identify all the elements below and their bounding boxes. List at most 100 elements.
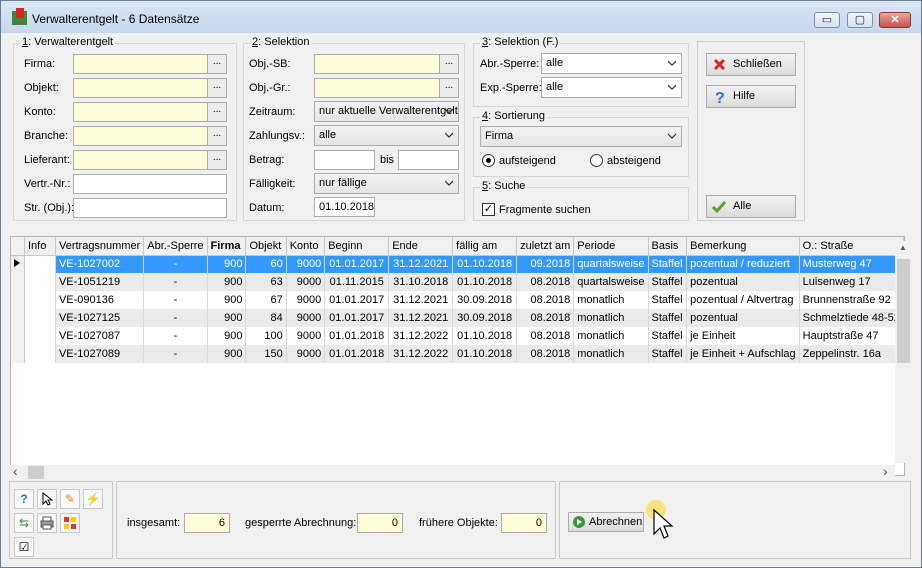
scroll-left-icon[interactable]: ‹: [13, 463, 18, 479]
col-header[interactable]: Ende: [388, 237, 454, 256]
abr-sperre-select[interactable]: alle: [541, 53, 682, 74]
row-header[interactable]: [11, 291, 25, 309]
table-cell: VE-1027125: [55, 309, 145, 327]
table-cell: 01.10.2018: [452, 273, 518, 291]
col-header[interactable]: Vertragsnummer: [55, 237, 145, 256]
table-row[interactable]: VE-090136-900 67 9000 01.01.2017 31.12.2021 3…: [11, 291, 904, 309]
vertical-scroll-thumb[interactable]: [897, 259, 910, 363]
konto-label: Konto:: [24, 106, 56, 118]
fragmente-checkbox[interactable]: ✓: [482, 203, 495, 216]
group-title: 2: Selektion: [250, 36, 312, 48]
minimize-button[interactable]: ▭: [814, 12, 840, 28]
row-header[interactable]: [11, 273, 25, 291]
help-icon[interactable]: ?: [14, 489, 34, 509]
sort-asc-radio[interactable]: [482, 154, 495, 167]
branche-browse-button[interactable]: ...: [207, 127, 226, 145]
abrechnen-button[interactable]: Abrechnen: [568, 512, 644, 532]
table-row[interactable]: VE-1051219-900 63 9000 01.11.2015 31.10.2018…: [11, 273, 904, 291]
contracts-table[interactable]: Info Vertragsnummer Abr.-Sperre Firma Ob…: [10, 236, 905, 476]
scroll-right-icon[interactable]: ›: [883, 463, 888, 479]
pencil-icon[interactable]: ✎: [60, 489, 80, 509]
firma-field[interactable]: ...: [73, 54, 227, 74]
datum-field[interactable]: 01.10.2018: [314, 197, 375, 217]
lightning-icon[interactable]: ⚡: [83, 489, 103, 509]
str-obj-field[interactable]: [73, 198, 227, 218]
obj-gr-label: Obj.-Gr.:: [249, 82, 291, 94]
objekt-browse-button[interactable]: ...: [207, 79, 226, 97]
betrag-label: Betrag:: [249, 154, 285, 166]
row-header[interactable]: [11, 309, 25, 327]
close-button[interactable]: ✕: [879, 12, 911, 28]
table-cell: 08.2018: [516, 273, 575, 291]
firma-browse-button[interactable]: ...: [207, 55, 226, 73]
row-header[interactable]: [11, 327, 25, 345]
hilfe-button[interactable]: ? Hilfe: [706, 85, 796, 108]
col-header[interactable]: Periode: [573, 237, 649, 256]
exp-sperre-label: Exp.-Sperre:: [480, 82, 542, 94]
sort-desc-radio[interactable]: [590, 154, 603, 167]
col-header[interactable]: Abr.-Sperre: [143, 237, 208, 256]
lieferant-browse-button[interactable]: ...: [207, 151, 226, 169]
table-row[interactable]: VE-1027089-900 150 9000 01.01.2018 31.12.202…: [11, 345, 904, 363]
obj-gr-field[interactable]: ...: [314, 78, 459, 98]
group-suche: 5: Suche ✓ Fragmente suchen: [473, 180, 689, 221]
col-header[interactable]: Beginn: [324, 237, 390, 256]
lieferant-field[interactable]: ...: [73, 150, 227, 170]
konto-browse-button[interactable]: ...: [207, 103, 226, 121]
col-header[interactable]: O.: Straße: [799, 237, 904, 256]
alle-button[interactable]: Alle: [706, 195, 796, 218]
col-header[interactable]: Bemerkung: [686, 237, 800, 256]
window-title: Verwalterentgelt - 6 Datensätze: [32, 12, 200, 26]
maximize-button[interactable]: ▢: [847, 12, 873, 28]
printer-icon[interactable]: [37, 513, 57, 533]
obj-sb-field[interactable]: ...: [314, 54, 459, 74]
table-cell: -: [143, 291, 208, 309]
col-header[interactable]: Konto: [286, 237, 326, 256]
pointer-icon[interactable]: [37, 489, 57, 509]
table-cell: 31.12.2022: [388, 345, 454, 363]
obj-sb-browse-button[interactable]: ...: [439, 55, 458, 73]
table-row[interactable]: VE-1027087-900 100 9000 01.01.2018 31.12.202…: [11, 327, 904, 345]
konto-field[interactable]: ...: [73, 102, 227, 122]
zahlungsv-select[interactable]: alle: [314, 125, 459, 146]
table-row[interactable]: VE-1027125-900 84 9000 01.01.2017 31.12.2021…: [11, 309, 904, 327]
table-cell: 31.10.2018: [388, 273, 454, 291]
col-header[interactable]: fällig am: [452, 237, 518, 256]
table-cell: 31.12.2022: [388, 327, 454, 345]
faelligkeit-select[interactable]: nur fällige: [314, 173, 459, 194]
vertr-nr-field[interactable]: [73, 174, 227, 194]
table-cell: VE-1027087: [55, 327, 145, 345]
schliessen-button[interactable]: Schließen: [706, 53, 796, 76]
row-pointer-icon[interactable]: [11, 255, 25, 273]
col-header[interactable]: zuletzt am: [516, 237, 575, 256]
table-cell: quartalsweise: [573, 273, 649, 291]
abr-sperre-label: Abr.-Sperre:: [480, 58, 540, 70]
col-header[interactable]: Objekt: [245, 237, 287, 256]
group-title: 4: Sortierung: [480, 110, 547, 122]
exp-sperre-select[interactable]: alle: [541, 77, 682, 98]
betrag-from-field[interactable]: [314, 150, 375, 170]
table-cell: monatlich: [573, 345, 649, 363]
table-cell: pozentual / Altvertrag: [686, 291, 800, 309]
horizontal-scroll-thumb[interactable]: [28, 466, 44, 479]
col-header[interactable]: Info: [24, 237, 56, 256]
table-row[interactable]: VE-1027002-900 60 9000 01.01.2017 31.12.2021…: [11, 255, 904, 273]
obj-gr-browse-button[interactable]: ...: [439, 79, 458, 97]
table-cell: 01.01.2017: [324, 255, 390, 273]
col-header[interactable]: Firma: [207, 237, 247, 256]
checkbox-toggle-icon[interactable]: ☑: [14, 537, 34, 557]
col-header[interactable]: Basis: [648, 237, 688, 256]
refresh-icon[interactable]: ⇆: [14, 513, 34, 533]
grid-color-icon[interactable]: [60, 513, 80, 533]
objekt-field[interactable]: ...: [73, 78, 227, 98]
horizontal-scrollbar[interactable]: ‹ ›: [10, 463, 895, 480]
table-cell: 01.11.2015: [324, 273, 390, 291]
betrag-to-field[interactable]: [398, 150, 459, 170]
row-header[interactable]: [11, 345, 25, 363]
table-cell: monatlich: [573, 309, 649, 327]
scroll-up-icon[interactable]: ▲: [899, 243, 907, 252]
branche-field[interactable]: ...: [73, 126, 227, 146]
vertical-scrollbar[interactable]: ▲: [895, 241, 912, 463]
sortierung-select[interactable]: Firma: [480, 126, 682, 147]
zeitraum-select[interactable]: nur aktuelle Verwalterentgelte: [314, 101, 459, 122]
